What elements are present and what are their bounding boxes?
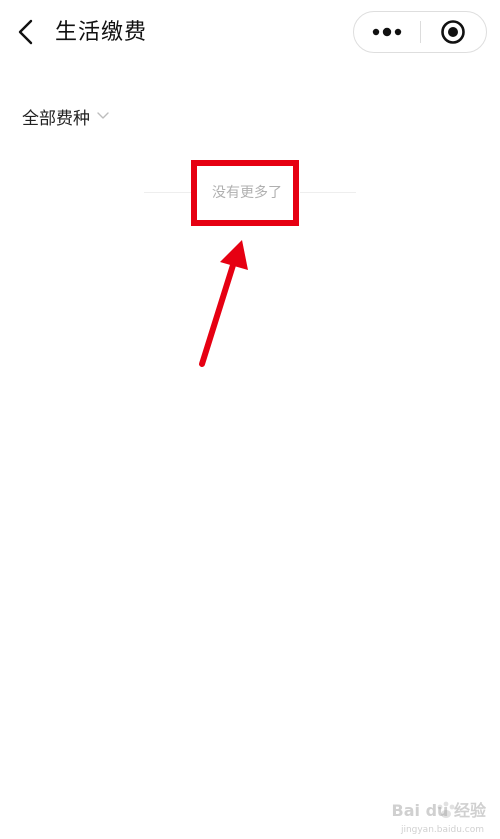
- watermark-url: jingyan.baidu.com: [400, 825, 484, 835]
- close-button[interactable]: [421, 12, 487, 52]
- page-title: 生活缴费: [55, 20, 148, 45]
- no-more-divider-left: [144, 192, 194, 193]
- target-circle-icon: [441, 20, 466, 44]
- page: 生活缴费 全部费种 没有更多了 Bai du 经验 jingyan.baidu.…: [0, 0, 500, 839]
- fee-type-filter-label: 全部费种: [22, 108, 90, 129]
- back-button[interactable]: [8, 14, 44, 50]
- watermark-brand: Bai du 经验: [391, 801, 486, 820]
- annotation-arrow: [199, 240, 248, 367]
- more-button[interactable]: [354, 12, 420, 52]
- more-dots-icon: [372, 27, 401, 37]
- annotation-highlight-box: [191, 160, 299, 226]
- chevron-left-icon: [18, 19, 33, 45]
- menu-capsule: [353, 11, 487, 53]
- no-more-divider-right: [300, 192, 356, 193]
- chevron-down-icon: [96, 111, 110, 121]
- fee-type-filter[interactable]: 全部费种: [22, 100, 110, 132]
